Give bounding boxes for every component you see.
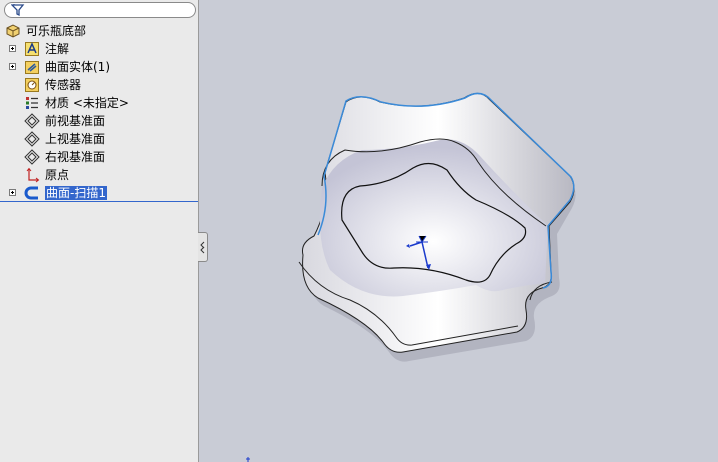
tree-item-label: 传感器 bbox=[45, 78, 82, 92]
tree-item-label: 材质 <未指定> bbox=[45, 96, 129, 110]
filter-bar[interactable] bbox=[4, 2, 196, 18]
sweep-surface-icon bbox=[24, 186, 38, 200]
expand-icon[interactable] bbox=[9, 189, 16, 196]
tree-item-label: 上视基准面 bbox=[45, 132, 106, 146]
origin-icon bbox=[26, 167, 40, 183]
tree-item-top-plane[interactable]: 上视基准面 bbox=[0, 130, 198, 148]
tree-item-annotations[interactable]: 注解 bbox=[0, 40, 198, 58]
plane-icon bbox=[24, 149, 40, 165]
tree-item-label: 曲面实体(1) bbox=[45, 60, 110, 74]
tree-item-surface-bodies[interactable]: 曲面实体(1) bbox=[0, 58, 198, 76]
tree-item-material[interactable]: 材质 <未指定> bbox=[0, 94, 198, 112]
tree-item-sensors[interactable]: 传感器 bbox=[0, 76, 198, 94]
part-icon bbox=[6, 24, 20, 38]
selection-divider bbox=[0, 201, 198, 202]
tree-root-label: 可乐瓶底部 bbox=[26, 24, 87, 38]
sensor-icon bbox=[25, 78, 39, 92]
surface-bodies-folder-icon bbox=[25, 61, 39, 74]
tree-item-label: 右视基准面 bbox=[45, 150, 106, 164]
tree-item-label: 曲面-扫描1 bbox=[45, 186, 107, 200]
plane-icon bbox=[24, 131, 40, 147]
material-icon bbox=[26, 97, 38, 109]
annotation-icon bbox=[25, 42, 39, 56]
tree-item-front-plane[interactable]: 前视基准面 bbox=[0, 112, 198, 130]
tree-item-sweep-surface[interactable]: 曲面-扫描1 bbox=[0, 184, 198, 202]
expand-icon[interactable] bbox=[9, 45, 16, 52]
view-triad-stub bbox=[246, 457, 250, 462]
expand-icon[interactable] bbox=[9, 63, 16, 70]
graphics-viewport[interactable] bbox=[199, 0, 718, 462]
filter-icon[interactable] bbox=[11, 3, 25, 17]
tree-item-label: 前视基准面 bbox=[45, 114, 106, 128]
feature-tree: 可乐瓶底部 注解 曲面实体(1) 传感器 材质 <未指定> 前视基准面 上视基准… bbox=[0, 22, 198, 202]
tree-item-label: 原点 bbox=[45, 168, 70, 182]
model-view[interactable] bbox=[199, 0, 718, 462]
feature-manager-panel: 可乐瓶底部 注解 曲面实体(1) 传感器 材质 <未指定> 前视基准面 上视基准… bbox=[0, 0, 199, 462]
tree-root-part[interactable]: 可乐瓶底部 bbox=[0, 22, 198, 40]
tree-item-origin[interactable]: 原点 bbox=[0, 166, 198, 184]
plane-icon bbox=[24, 113, 40, 129]
tree-item-right-plane[interactable]: 右视基准面 bbox=[0, 148, 198, 166]
tree-item-label: 注解 bbox=[45, 42, 70, 56]
